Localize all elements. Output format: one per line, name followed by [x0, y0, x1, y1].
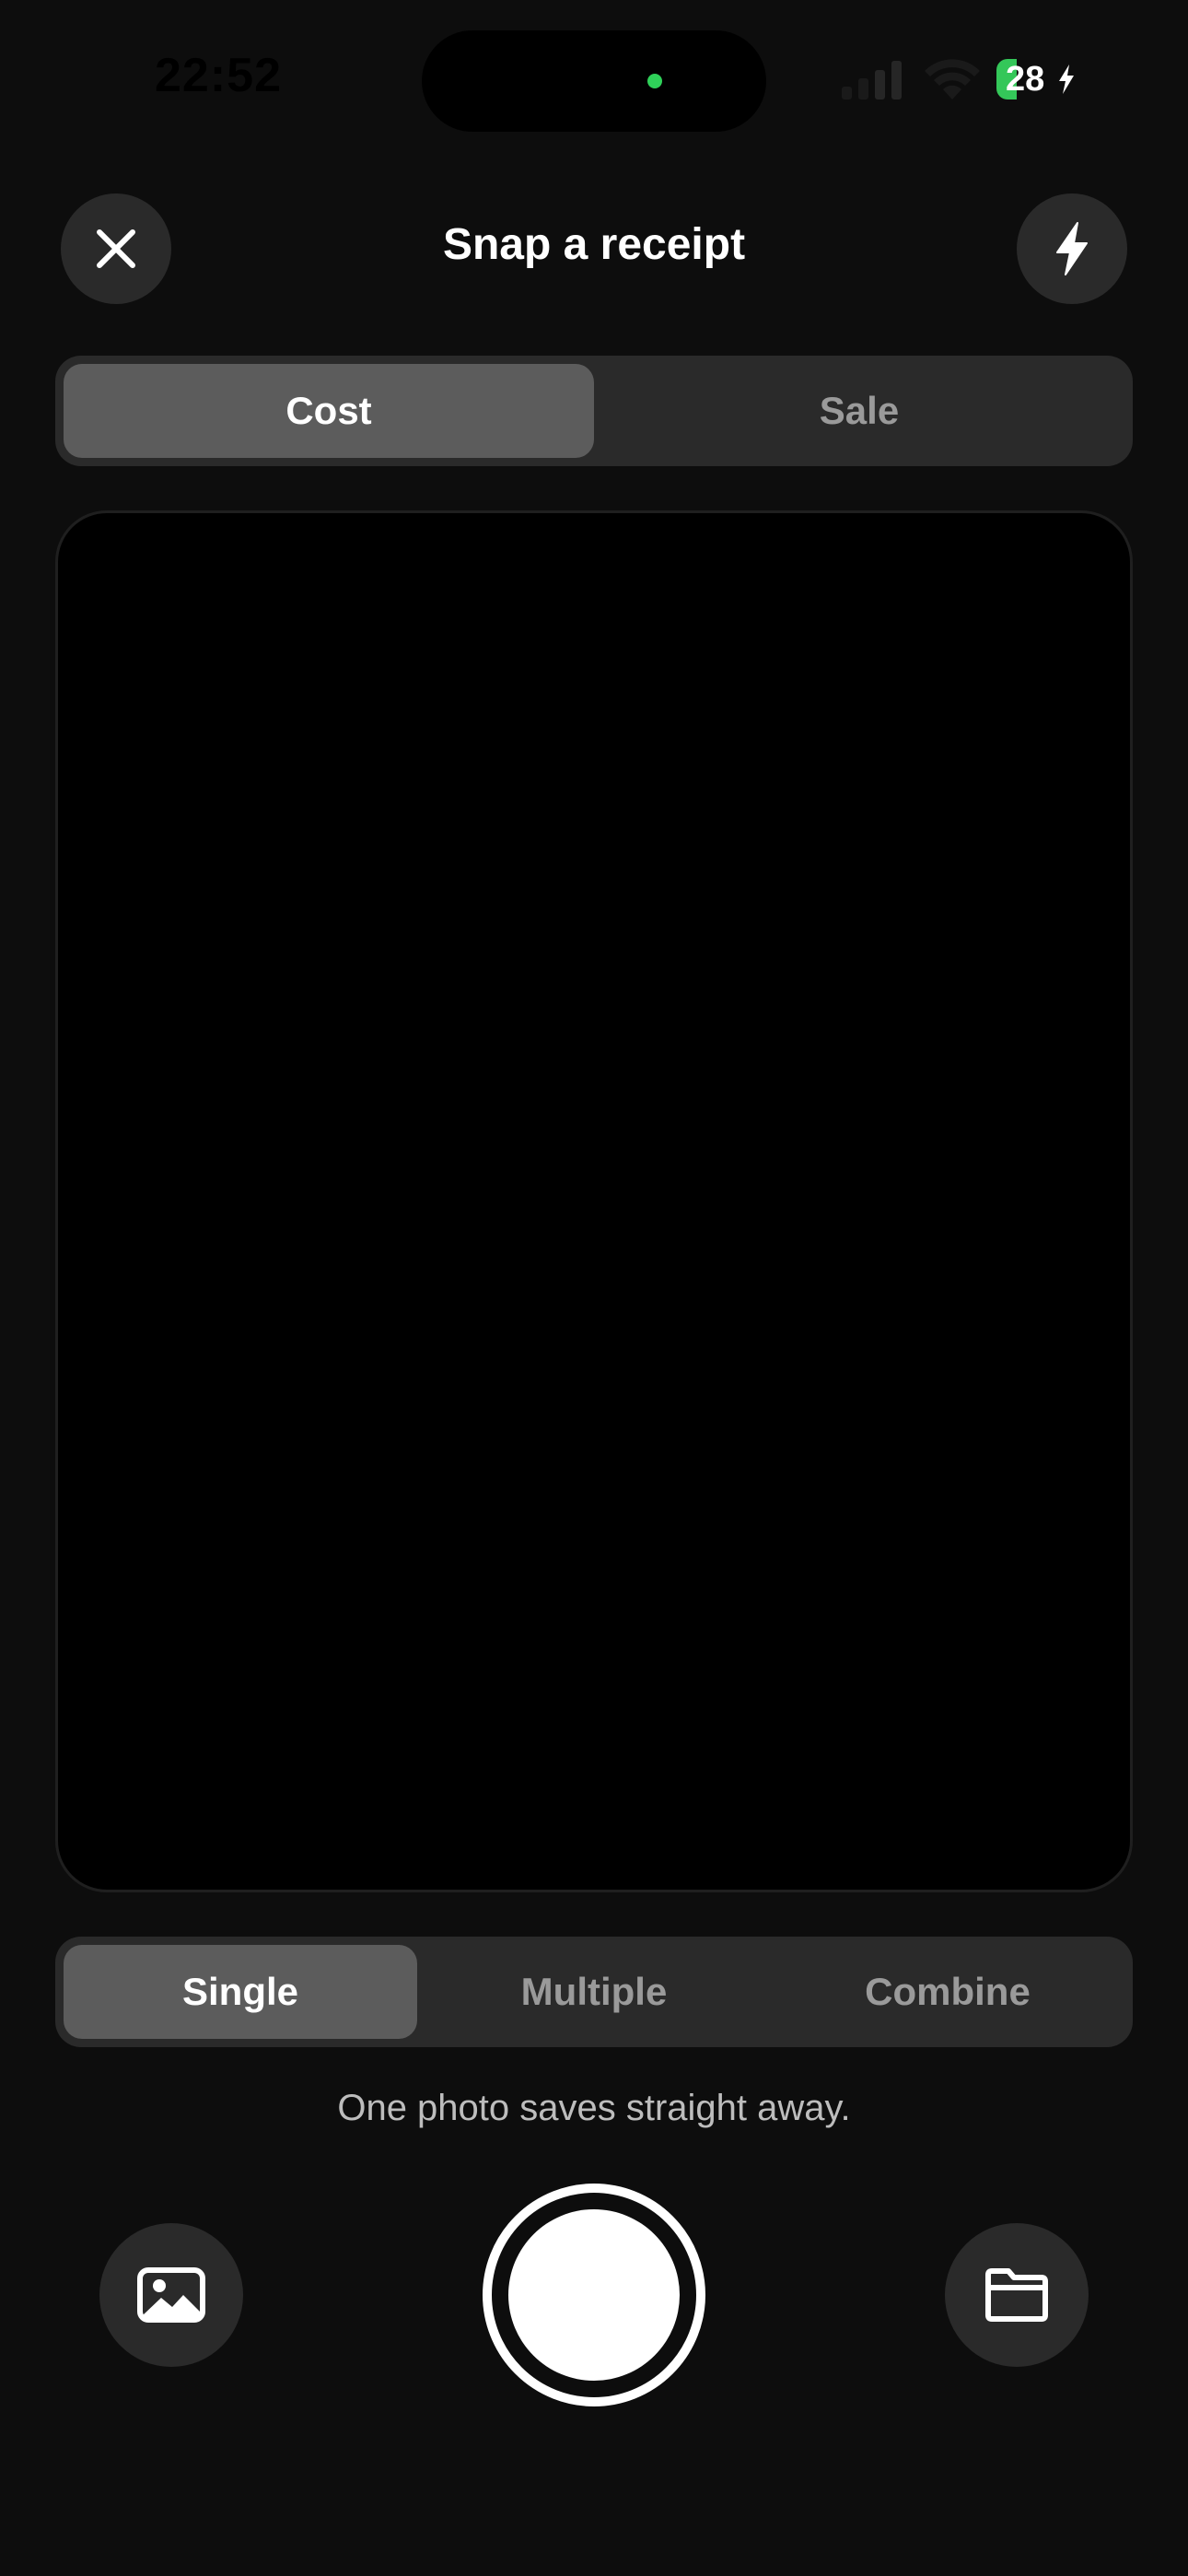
- segment-combine[interactable]: Combine: [771, 1945, 1124, 2039]
- shutter-inner: [508, 2209, 680, 2381]
- files-button[interactable]: [945, 2223, 1089, 2367]
- dynamic-island: [422, 30, 766, 132]
- photo-library-button[interactable]: [99, 2223, 243, 2367]
- folder-icon: [985, 2268, 1048, 2322]
- lightning-bolt-icon: [1056, 222, 1088, 275]
- photo-gallery-icon: [137, 2267, 205, 2323]
- wifi-icon: [925, 59, 980, 100]
- flash-toggle-button[interactable]: [1017, 193, 1127, 304]
- segment-multiple[interactable]: Multiple: [417, 1945, 771, 2039]
- receipt-type-toggle: Cost Sale: [55, 356, 1133, 466]
- page-title: Snap a receipt: [442, 220, 746, 269]
- charging-bolt-icon: [1059, 64, 1074, 94]
- segment-cost[interactable]: Cost: [64, 364, 594, 458]
- capture-mode-toggle: Single Multiple Combine: [55, 1937, 1133, 2047]
- segment-sale[interactable]: Sale: [594, 364, 1124, 458]
- status-time: 22:52: [155, 49, 282, 102]
- camera-viewfinder[interactable]: [55, 510, 1133, 1892]
- cellular-signal-icon: [842, 61, 902, 100]
- segment-single[interactable]: Single: [64, 1945, 417, 2039]
- battery-level: 28: [1006, 60, 1045, 99]
- shutter-button[interactable]: [483, 2184, 705, 2406]
- mode-helper-text: One photo saves straight away.: [337, 2088, 851, 2128]
- battery-indicator: 28: [996, 57, 1077, 101]
- camera-in-use-indicator: [647, 74, 662, 88]
